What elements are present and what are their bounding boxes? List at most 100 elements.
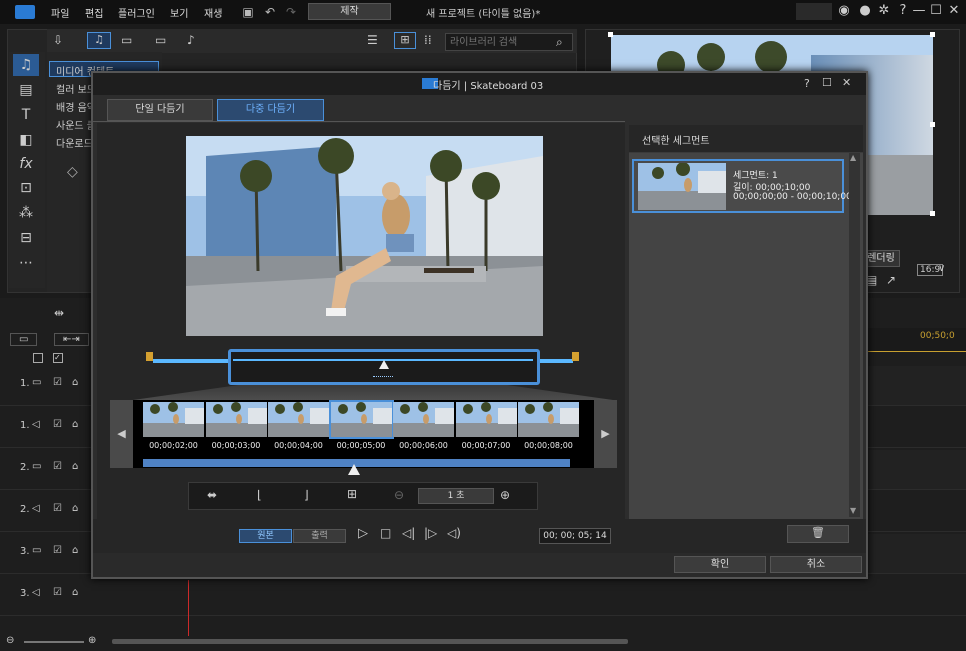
tab-multi-trim[interactable]: 다중 다듬기 — [217, 99, 324, 121]
list-view-icon[interactable]: ☰ — [367, 33, 378, 47]
lock-icon[interactable]: ⌂ — [72, 377, 78, 388]
filmstrip-frame[interactable] — [143, 402, 204, 437]
delete-segment-button[interactable]: 🗑 — [787, 525, 849, 543]
zoom-slider[interactable] — [24, 641, 84, 643]
filmstrip-next-button[interactable]: ▶ — [594, 400, 617, 468]
filmstrip-frame[interactable] — [518, 402, 579, 437]
next-frame-icon[interactable]: |▷ — [424, 526, 437, 540]
close-icon[interactable]: ✕ — [842, 76, 851, 89]
preview-handle[interactable] — [608, 32, 613, 37]
select-all-box[interactable] — [33, 353, 43, 363]
library-search-input[interactable] — [445, 33, 573, 51]
zoom-window-grip[interactable] — [373, 376, 393, 381]
split-icon[interactable]: ⇹ — [54, 306, 64, 320]
more-rooms-icon[interactable]: ⋯ — [13, 252, 39, 274]
segment-card[interactable]: 세그먼트: 1 길이: 00;00;10;00 00;00;00;00 - 00… — [632, 159, 852, 213]
trim-playhead[interactable] — [379, 360, 389, 369]
title-room-icon[interactable]: T — [13, 104, 39, 126]
chevron-down-icon[interactable]: ∨ — [938, 263, 945, 274]
check-all-box[interactable]: ✓ — [53, 353, 63, 363]
lock-icon[interactable]: ⌂ — [72, 461, 78, 472]
fit-timeline-icon[interactable]: ⇤⇥ — [54, 333, 89, 346]
play-icon[interactable]: ▷ — [358, 526, 368, 541]
track-checkbox[interactable]: ☑ — [53, 503, 62, 514]
user-icon[interactable]: ◉ — [836, 2, 852, 20]
tree-item-download[interactable]: 다운로드 — [56, 135, 93, 150]
scroll-up-icon[interactable]: ▲ — [850, 153, 856, 162]
ok-button[interactable]: 확인 — [674, 556, 766, 573]
preview-handle[interactable] — [930, 122, 935, 127]
close-icon[interactable]: ✕ — [946, 2, 962, 20]
mode-original-button[interactable]: 원본 — [239, 529, 292, 543]
import-icon[interactable]: ⇩ — [53, 33, 63, 47]
preview-handle[interactable] — [930, 211, 935, 216]
redo-icon[interactable]: ↷ — [283, 4, 299, 20]
media-filter-icon[interactable]: ♫ — [87, 32, 111, 49]
zoom-in-icon[interactable]: ⊕ — [88, 635, 96, 646]
fx-room-icon[interactable]: ▤ — [13, 79, 39, 101]
mode-output-button[interactable]: 출력 — [293, 529, 346, 543]
filmstrip-frame[interactable] — [268, 402, 329, 437]
preview-handle[interactable] — [930, 32, 935, 37]
filmstrip-frame[interactable] — [328, 400, 394, 439]
menu-playback[interactable]: 재생 — [204, 5, 222, 20]
minimize-icon[interactable]: — — [911, 2, 927, 20]
zoom-out-icon[interactable]: ⊖ — [6, 635, 14, 646]
external-view-icon[interactable]: ↗ — [886, 273, 896, 287]
mark-out-marker[interactable] — [572, 352, 579, 361]
stop-icon[interactable]: □ — [380, 526, 391, 540]
tree-item-color[interactable]: 컬러 보드 — [56, 81, 96, 96]
mark-in-marker[interactable] — [146, 352, 153, 361]
menu-plugins[interactable]: 플러그인 — [118, 5, 155, 20]
transition-room-icon[interactable]: ◧ — [13, 129, 39, 151]
filmstrip[interactable]: 00;00;02;00 00;00;03;00 00;00;04;00 00;00;0… — [133, 400, 594, 468]
menu-file[interactable]: 파일 — [51, 5, 69, 20]
tab-single-trim[interactable]: 단일 다듬기 — [107, 99, 213, 121]
lock-icon[interactable]: ⌂ — [72, 503, 78, 514]
track-checkbox[interactable]: ☑ — [53, 587, 62, 598]
add-tag-icon[interactable]: ◇ — [67, 164, 78, 180]
previous-frame-icon[interactable]: ◁| — [402, 526, 415, 540]
particle-room-icon[interactable]: ⁂ — [13, 202, 39, 224]
account-box[interactable] — [796, 3, 832, 20]
timecode-display[interactable]: 00; 00; 05; 14 — [539, 528, 611, 544]
subtitle-room-icon[interactable]: ⊟ — [13, 227, 39, 249]
menu-view[interactable]: 보기 — [170, 5, 188, 20]
search-icon[interactable]: ⌕ — [556, 35, 563, 50]
mark-in-icon[interactable]: ⌊ — [257, 488, 262, 502]
settings-icon[interactable]: ✲ — [876, 2, 892, 20]
split-segment-icon[interactable]: ⊞ — [347, 487, 357, 501]
filmstrip-frame[interactable] — [205, 402, 267, 437]
volume-icon[interactable]: ◁) — [447, 526, 461, 540]
track-checkbox[interactable]: ☑ — [53, 461, 62, 472]
notification-icon[interactable]: ● — [857, 2, 873, 20]
track-checkbox[interactable]: ☑ — [53, 419, 62, 430]
undo-icon[interactable]: ↶ — [262, 4, 278, 20]
segment-scrollbar[interactable] — [849, 153, 860, 517]
music-filter-icon[interactable]: ♪ — [187, 33, 195, 47]
zoom-in-icon[interactable]: ⊕ — [500, 488, 510, 502]
effect-room-icon[interactable]: fx — [13, 153, 39, 175]
filmstrip-frame[interactable] — [455, 402, 517, 437]
pip-room-icon[interactable]: ⊡ — [13, 177, 39, 199]
filmstrip-prev-button[interactable]: ◀ — [110, 400, 133, 468]
mark-out-icon[interactable]: ⌋ — [304, 488, 309, 502]
lock-icon[interactable]: ⌂ — [72, 545, 78, 556]
track-checkbox[interactable]: ☑ — [53, 377, 62, 388]
lock-icon[interactable]: ⌂ — [72, 419, 78, 430]
filmstrip-frame[interactable] — [393, 402, 454, 437]
media-room-icon[interactable]: ♫ — [13, 54, 39, 76]
track-manager-icon[interactable]: ▭ — [10, 333, 38, 346]
menu-edit[interactable]: 편집 — [85, 5, 103, 20]
maximize-icon[interactable]: ☐ — [928, 2, 944, 20]
lock-icon[interactable]: ⌂ — [72, 587, 78, 598]
video-filter-icon[interactable]: ▭ — [121, 33, 132, 47]
help-icon[interactable]: ? — [895, 2, 911, 20]
save-icon[interactable]: ▣ — [240, 4, 256, 20]
help-icon[interactable]: ? — [804, 77, 810, 90]
zoom-out-icon[interactable]: ⊖ — [394, 488, 404, 502]
produce-button[interactable]: 제작 — [308, 3, 391, 20]
fit-both-icon[interactable]: ⬌ — [207, 488, 217, 502]
track-row[interactable] — [97, 576, 966, 616]
scroll-down-icon[interactable]: ▼ — [850, 506, 856, 515]
